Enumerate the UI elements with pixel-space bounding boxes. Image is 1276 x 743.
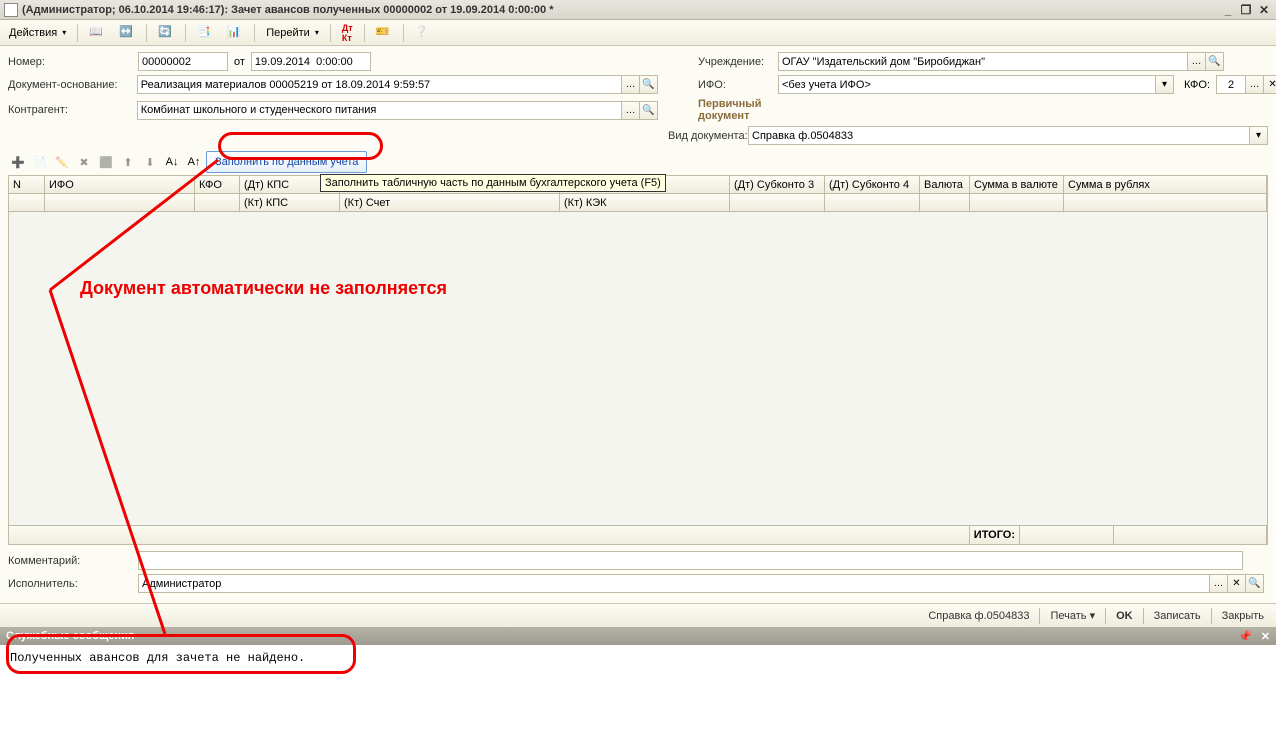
vid-dropdown-button[interactable]: ▾ bbox=[1250, 126, 1268, 145]
ifo-label: ИФО: bbox=[698, 79, 778, 91]
goto-menu[interactable]: Перейти▾ bbox=[261, 23, 324, 43]
messages-titlebar: Служебные сообщения 📌 ✕ bbox=[0, 627, 1276, 645]
main-toolbar: Действия▾ 📖 ↔️ 🔄 📑 📊 Перейти▾ ДтКт 🎫 ❔ bbox=[0, 20, 1276, 46]
go-icon[interactable]: ↔️ bbox=[114, 23, 140, 43]
messages-body: Полученных авансов для зачета не найдено… bbox=[0, 645, 1276, 725]
col-kt-schet[interactable]: (Кт) Счет bbox=[340, 194, 560, 212]
data-grid[interactable]: N ИФО КФО (Дт) КПС (Дт) Счет (Дт) КЭК (Д… bbox=[8, 175, 1268, 545]
kfo-clear-button[interactable]: ✕ bbox=[1264, 75, 1276, 94]
sort-asc-icon[interactable]: A↓ bbox=[162, 152, 182, 172]
uchr-search-icon[interactable]: 🔍 bbox=[1206, 52, 1224, 71]
col-sum-rub[interactable]: Сумма в рублях bbox=[1064, 176, 1267, 194]
help-icon[interactable]: ❔ bbox=[410, 23, 436, 43]
contragent-select-button[interactable]: … bbox=[622, 101, 640, 120]
message-text: Полученных авансов для зачета не найдено… bbox=[10, 651, 1266, 665]
messages-pin-icon[interactable]: 📌 bbox=[1238, 631, 1252, 643]
vid-label: Вид документа: bbox=[668, 130, 748, 142]
copy-row-icon[interactable]: 📄 bbox=[30, 152, 50, 172]
ticket-icon[interactable]: 🎫 bbox=[371, 23, 397, 43]
print-menu[interactable]: Печать ▾ bbox=[1044, 609, 1101, 622]
app-icon bbox=[4, 3, 18, 17]
col-dt-sub4[interactable]: (Дт) Субконто 4 bbox=[825, 176, 920, 194]
kfo-label: КФО: bbox=[1184, 79, 1210, 91]
grid-body[interactable] bbox=[9, 212, 1267, 525]
primary-doc-label: Первичный документ bbox=[698, 98, 778, 122]
close-doc-button[interactable]: Закрыть bbox=[1216, 610, 1270, 622]
end-edit-icon[interactable]: ⬛ bbox=[96, 152, 116, 172]
window-title: (Администратор; 06.10.2014 19:46:17): За… bbox=[22, 4, 1218, 16]
doc-basis-label: Документ-основание: bbox=[8, 79, 137, 91]
isp-field[interactable] bbox=[138, 574, 1210, 593]
sort-desc-icon[interactable]: A↑ bbox=[184, 152, 204, 172]
print-spravka-link[interactable]: Справка ф.0504833 bbox=[922, 610, 1035, 622]
messages-close-icon[interactable]: ✕ bbox=[1261, 631, 1270, 643]
messages-title: Служебные сообщения bbox=[6, 630, 134, 642]
report-icon[interactable]: 📑 bbox=[192, 23, 218, 43]
tooltip: Заполнить табличную часть по данным бухг… bbox=[320, 174, 666, 192]
kfo-field[interactable] bbox=[1216, 75, 1246, 94]
isp-label: Исполнитель: bbox=[8, 578, 138, 590]
minimize-button[interactable]: _ bbox=[1220, 3, 1236, 17]
col-kt-kps[interactable]: (Кт) КПС bbox=[240, 194, 340, 212]
isp-search-icon[interactable]: 🔍 bbox=[1246, 574, 1264, 593]
kfo-select-button[interactable]: … bbox=[1246, 75, 1264, 94]
refresh-icon[interactable]: 🔄 bbox=[153, 23, 179, 43]
col-kt-kek[interactable]: (Кт) КЭК bbox=[560, 194, 730, 212]
isp-clear-button[interactable]: ✕ bbox=[1228, 574, 1246, 593]
col-n[interactable]: N bbox=[9, 176, 45, 194]
col-valuta[interactable]: Валюта bbox=[920, 176, 970, 194]
add-row-icon[interactable]: ➕ bbox=[8, 152, 28, 172]
title-bar: (Администратор; 06.10.2014 19:46:17): За… bbox=[0, 0, 1276, 20]
uchr-select-button[interactable]: … bbox=[1188, 52, 1206, 71]
ifo-field[interactable] bbox=[778, 75, 1156, 94]
date-field[interactable] bbox=[251, 52, 371, 71]
number-label: Номер: bbox=[8, 56, 138, 68]
contragent-field[interactable] bbox=[137, 101, 622, 120]
delete-row-icon[interactable]: ✖ bbox=[74, 152, 94, 172]
close-button[interactable]: ✕ bbox=[1256, 3, 1272, 17]
maximize-button[interactable]: ❐ bbox=[1238, 3, 1254, 17]
edit-row-icon[interactable]: ✏️ bbox=[52, 152, 72, 172]
bottom-toolbar: Справка ф.0504833 Печать ▾ OK Записать З… bbox=[0, 603, 1276, 627]
col-sum-val[interactable]: Сумма в валюте bbox=[970, 176, 1064, 194]
doc-basis-select-button[interactable]: … bbox=[622, 75, 640, 94]
isp-select-button[interactable]: … bbox=[1210, 574, 1228, 593]
number-field[interactable] bbox=[138, 52, 228, 71]
vid-field[interactable] bbox=[748, 126, 1250, 145]
move-down-icon[interactable]: ⬇ bbox=[140, 152, 160, 172]
ifo-dropdown-button[interactable]: ▾ bbox=[1156, 75, 1174, 94]
total-label: ИТОГО: bbox=[970, 526, 1020, 544]
col-dt-sub3[interactable]: (Дт) Субконто 3 bbox=[730, 176, 825, 194]
contragent-label: Контрагент: bbox=[8, 104, 137, 116]
col-ifo[interactable]: ИФО bbox=[45, 176, 195, 194]
annotation-text: Документ автоматически не заполняется bbox=[80, 278, 447, 299]
write-button[interactable]: Записать bbox=[1148, 610, 1207, 622]
doc-basis-field[interactable] bbox=[137, 75, 622, 94]
contragent-search-icon[interactable]: 🔍 bbox=[640, 101, 658, 120]
book-icon[interactable]: 📖 bbox=[84, 23, 110, 43]
from-label: от bbox=[234, 56, 245, 68]
ok-button[interactable]: OK bbox=[1110, 610, 1139, 622]
grid-footer: ИТОГО: bbox=[9, 525, 1267, 544]
fill-by-data-button[interactable]: Заполнить по данным учета bbox=[206, 151, 367, 173]
uchr-label: Учреждение: bbox=[698, 56, 778, 68]
comment-field[interactable] bbox=[138, 551, 1243, 570]
grid-toolbar: ➕ 📄 ✏️ ✖ ⬛ ⬆ ⬇ A↓ A↑ Заполнить по данным… bbox=[8, 149, 1268, 175]
comment-label: Комментарий: bbox=[8, 555, 138, 567]
structure-icon[interactable]: 📊 bbox=[222, 23, 248, 43]
move-up-icon[interactable]: ⬆ bbox=[118, 152, 138, 172]
content-area: Номер: от Учреждение: … 🔍 Документ-основ… bbox=[0, 46, 1276, 603]
uchr-field[interactable] bbox=[778, 52, 1188, 71]
actions-menu[interactable]: Действия▾ bbox=[4, 23, 71, 43]
dtct-icon[interactable]: ДтКт bbox=[337, 23, 358, 43]
doc-basis-search-icon[interactable]: 🔍 bbox=[640, 75, 658, 94]
col-kfo[interactable]: КФО bbox=[195, 176, 240, 194]
